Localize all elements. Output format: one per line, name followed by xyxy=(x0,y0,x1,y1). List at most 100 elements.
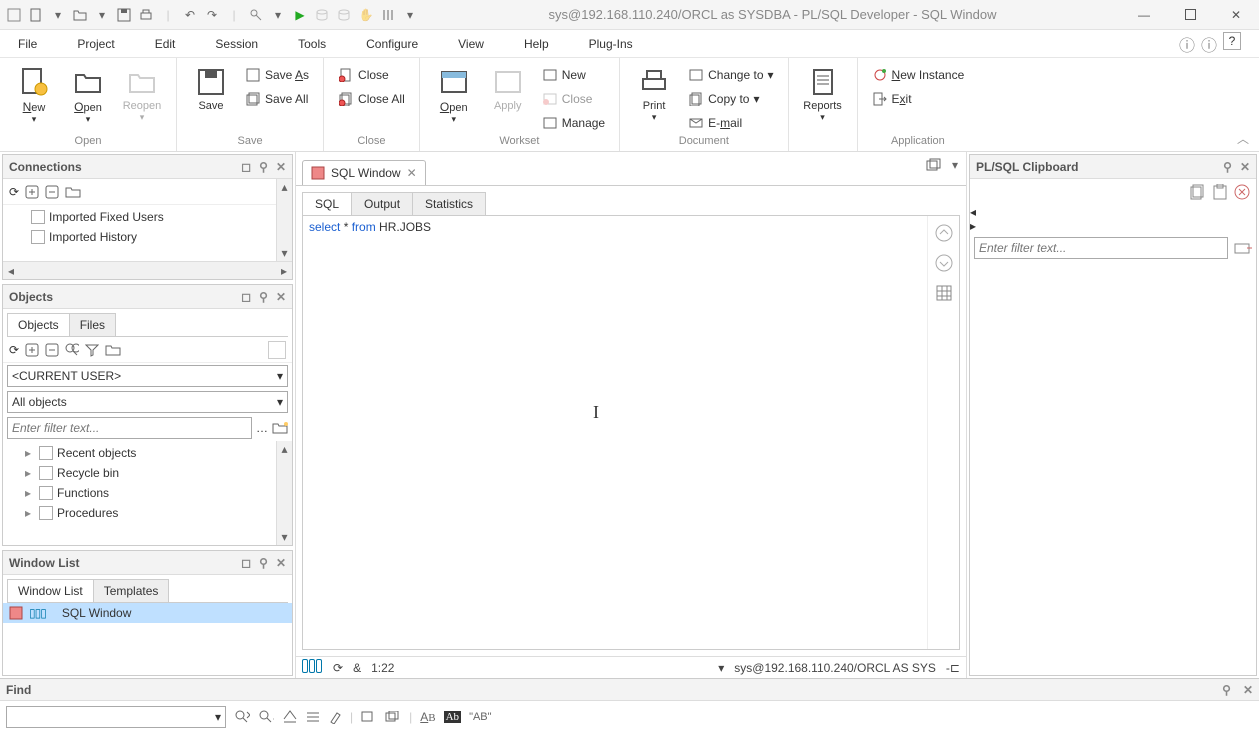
window-state-icon[interactable]: ◻ xyxy=(241,556,251,570)
dropdown-icon[interactable]: ▾ xyxy=(718,661,724,675)
nav-up-icon[interactable] xyxy=(935,224,953,242)
change-to-button[interactable]: Change to ▾ xyxy=(684,64,777,86)
window-state-icon[interactable]: ◻ xyxy=(241,290,251,304)
print-icon[interactable] xyxy=(138,7,154,23)
filter-apply-icon[interactable] xyxy=(1234,241,1252,255)
db-icon[interactable] xyxy=(314,7,330,23)
open-folder-icon[interactable] xyxy=(72,7,88,23)
objects-filter-input[interactable] xyxy=(7,417,252,439)
ampersand-icon[interactable]: & xyxy=(353,661,361,675)
add-icon[interactable] xyxy=(25,343,39,357)
email-button[interactable]: E-mail xyxy=(684,112,777,134)
menu-configure[interactable]: Configure xyxy=(366,37,418,51)
save-as-button[interactable]: Save As xyxy=(241,64,313,86)
tree-item[interactable]: Imported History xyxy=(7,227,288,247)
context-help-icon[interactable]: ? xyxy=(1223,32,1241,50)
close-panel-icon[interactable]: ✕ xyxy=(276,556,286,570)
save-all-button[interactable]: Save All xyxy=(241,88,313,110)
dropdown-icon[interactable]: ▾ xyxy=(402,7,418,23)
help-circle-icon[interactable]: ⓘ xyxy=(1179,32,1195,56)
clipboard-filter-input[interactable] xyxy=(974,237,1228,259)
folder-new-icon[interactable] xyxy=(272,421,288,435)
dropdown-icon[interactable]: ▾ xyxy=(94,7,110,23)
folder-new-icon[interactable] xyxy=(65,185,81,199)
replace-icon[interactable] xyxy=(282,709,298,725)
category-dropdown[interactable]: All objects▾ xyxy=(7,391,288,413)
menu-plugins[interactable]: Plug-Ins xyxy=(589,37,633,51)
close-panel-icon[interactable]: ✕ xyxy=(276,290,286,304)
tab-sql[interactable]: SQL xyxy=(302,192,352,215)
close-panel-icon[interactable]: ✕ xyxy=(1243,683,1253,697)
scroll-right-icon[interactable]: ▸ xyxy=(970,219,1256,233)
tab-objects[interactable]: Objects xyxy=(7,313,70,336)
maximize-button[interactable] xyxy=(1167,0,1213,30)
dropdown-icon[interactable]: ▾ xyxy=(270,7,286,23)
new-doc-icon[interactable] xyxy=(28,7,44,23)
save-icon[interactable] xyxy=(116,7,132,23)
reports-button[interactable]: Reports▾ xyxy=(799,62,847,123)
refresh-icon[interactable]: ⟳ xyxy=(333,661,343,675)
selection-icon[interactable] xyxy=(361,711,377,723)
paste-icon[interactable] xyxy=(1212,184,1228,200)
grid-icon[interactable] xyxy=(935,284,953,302)
document-tab[interactable]: SQL Window ✕ xyxy=(302,160,426,185)
menu-session[interactable]: Session xyxy=(215,37,258,51)
print-button[interactable]: Print▾ xyxy=(630,62,678,123)
refresh-icon[interactable]: ⟳ xyxy=(9,343,19,357)
tree-item[interactable]: ▸Recent objects xyxy=(7,443,288,463)
menu-edit[interactable]: Edit xyxy=(155,37,176,51)
list-icon[interactable] xyxy=(306,710,320,724)
tree-item[interactable]: ▸Procedures xyxy=(7,503,288,523)
workset-apply-button[interactable]: Apply xyxy=(484,62,532,112)
tree-item[interactable]: ▸Functions xyxy=(7,483,288,503)
workset-open-button[interactable]: Open▾ xyxy=(430,62,478,125)
tree-item[interactable]: ▸Recycle bin xyxy=(7,463,288,483)
find-input[interactable]: ▾ xyxy=(6,706,226,728)
workset-close-button[interactable]: Close xyxy=(538,88,609,110)
close-tab-icon[interactable]: ✕ xyxy=(407,166,417,180)
copy-to-button[interactable]: Copy to ▾ xyxy=(684,88,777,110)
search-icon[interactable] xyxy=(65,343,79,357)
minimize-button[interactable]: — xyxy=(1121,0,1167,30)
horizontal-scrollbar[interactable]: ◂▸ xyxy=(3,261,292,279)
hand-icon[interactable]: ✋ xyxy=(358,7,374,23)
new-button[interactable]: NNewew▾ xyxy=(10,62,58,125)
tree-item[interactable]: Imported Fixed Users xyxy=(7,207,288,227)
pin-icon[interactable]: ⚲ xyxy=(259,556,268,570)
nav-down-icon[interactable] xyxy=(935,254,953,272)
window-state-icon[interactable]: ◻ xyxy=(241,160,251,174)
menu-file[interactable]: File xyxy=(18,37,37,51)
save-button[interactable]: Save xyxy=(187,62,235,112)
all-windows-icon[interactable] xyxy=(385,711,401,723)
scroll-left-icon[interactable]: ◂ xyxy=(970,205,1256,219)
more-icon[interactable]: … xyxy=(256,421,268,435)
pin-icon[interactable]: ⚲ xyxy=(1222,683,1231,697)
vertical-scrollbar[interactable]: ▴▾ xyxy=(276,179,292,261)
menu-help[interactable]: Help xyxy=(524,37,549,51)
reopen-button[interactable]: Reopen▾ xyxy=(118,62,166,123)
info-circle-icon[interactable]: ⓘ xyxy=(1201,32,1217,56)
sql-editor[interactable]: select * from HR.JOBS I xyxy=(303,216,927,649)
execute-icon[interactable]: ▶ xyxy=(292,7,308,23)
redo-icon[interactable]: ↷ xyxy=(204,7,220,23)
close-button[interactable]: ✕ xyxy=(1213,0,1259,30)
clipboard-list[interactable]: ◂▸ xyxy=(970,205,1256,233)
remove-icon[interactable] xyxy=(45,343,59,357)
tab-output[interactable]: Output xyxy=(351,192,413,215)
undo-icon[interactable]: ↶ xyxy=(182,7,198,23)
close-all-button[interactable]: Close All xyxy=(334,88,409,110)
dropdown-icon[interactable]: ▾ xyxy=(50,7,66,23)
menu-view[interactable]: View xyxy=(458,37,484,51)
pin-icon[interactable]: ⚲ xyxy=(259,290,268,304)
workset-manage-button[interactable]: Manage xyxy=(538,112,609,134)
tab-templates[interactable]: Templates xyxy=(93,579,170,602)
add-icon[interactable] xyxy=(25,185,39,199)
remove-icon[interactable] xyxy=(45,185,59,199)
close-panel-icon[interactable]: ✕ xyxy=(1240,160,1250,174)
open-button[interactable]: Open▾ xyxy=(64,62,112,125)
refresh-icon[interactable]: ⟳ xyxy=(9,185,19,199)
whole-word-icon[interactable]: Ab xyxy=(444,711,461,723)
case-icon[interactable]: AB xyxy=(420,710,435,724)
menu-tools[interactable]: Tools xyxy=(298,37,326,51)
tab-files[interactable]: Files xyxy=(69,313,116,336)
